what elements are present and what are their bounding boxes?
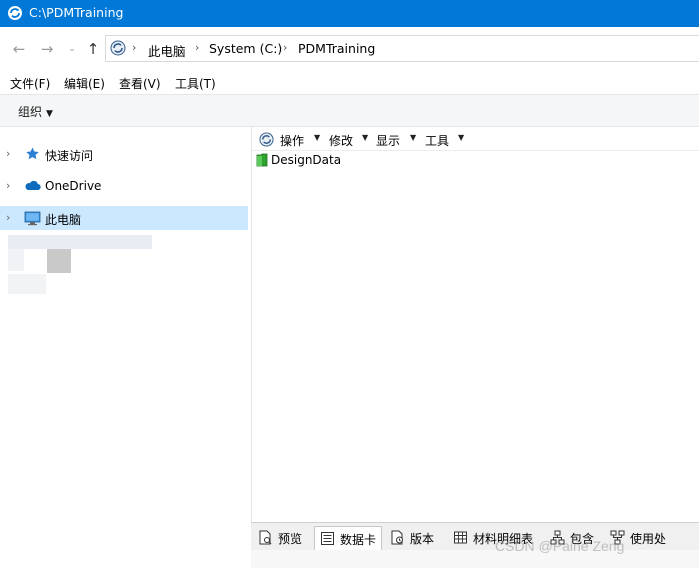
star-icon (26, 147, 39, 160)
organize-label: 组织 (18, 105, 43, 119)
up-arrow-icon[interactable]: ↑ (85, 41, 101, 57)
breadcrumb-this-pc[interactable]: 此电脑 (148, 41, 186, 60)
computer-icon (24, 211, 41, 226)
pdm-vault-icon (110, 40, 126, 56)
tab-label: 使用处 (630, 532, 667, 546)
tree-item-quick-access[interactable]: › 快速访问 (0, 142, 248, 166)
expand-chevron-icon[interactable]: › (6, 147, 10, 160)
tab-version[interactable]: 版本 (385, 526, 443, 550)
dropdown-caret-icon[interactable]: ▼ (458, 133, 464, 142)
breadcrumb-pdmtraining[interactable]: PDMTraining (298, 41, 375, 56)
dropdown-caret-icon: ▼ (46, 109, 53, 119)
blurred-region (8, 235, 152, 249)
title-bar: C:\PDMTraining (0, 0, 699, 27)
back-arrow-icon[interactable]: ← (11, 41, 27, 57)
pdm-menu-modify[interactable]: 修改 (329, 132, 353, 149)
pdm-app-icon (8, 6, 22, 20)
menu-file[interactable]: 文件(F) (10, 75, 50, 92)
dropdown-caret-icon[interactable]: ▼ (410, 133, 416, 142)
tree-label-quick-access: 快速访问 (45, 149, 94, 163)
pdm-toolbar: 操作 ▼ 修改 ▼ 显示 ▼ 工具 ▼ (252, 127, 699, 151)
pdm-content-pane: 操作 ▼ 修改 ▼ 显示 ▼ 工具 ▼ DesignData (251, 127, 699, 568)
file-name: DesignData (271, 153, 342, 167)
tab-label: 预览 (278, 532, 303, 546)
window-title: C:\PDMTraining (29, 5, 124, 20)
watermark-text: CSDN @Paine Zeng (495, 538, 625, 554)
blurred-region (8, 274, 46, 294)
breadcrumb-system-c[interactable]: System (C:) (209, 41, 282, 56)
tree-label-this-pc: 此电脑 (45, 213, 82, 227)
organize-button[interactable]: 组织 ▼ (18, 103, 53, 120)
tab-preview[interactable]: 预览 (253, 526, 313, 550)
tree-item-onedrive[interactable]: › OneDrive (0, 174, 248, 198)
forward-arrow-icon[interactable]: → (39, 41, 55, 57)
pdm-tab-bar: 预览 数据卡 版本 材料明细表 包含 使用处 (251, 522, 699, 550)
preview-icon (259, 530, 272, 545)
pdm-menu-actions[interactable]: 操作 (280, 132, 304, 149)
expand-chevron-icon[interactable]: › (6, 211, 10, 224)
tree-item-this-pc[interactable]: › 此电脑 (0, 206, 248, 230)
datacard-icon (321, 532, 334, 545)
breadcrumb-separator-icon[interactable]: › (132, 41, 136, 54)
menu-view[interactable]: 查看(V) (119, 75, 161, 92)
breadcrumb-separator-icon[interactable]: › (195, 41, 199, 54)
command-bar: 组织 ▼ (0, 94, 699, 127)
expand-chevron-icon[interactable]: › (6, 179, 10, 192)
menu-tools[interactable]: 工具(T) (175, 75, 216, 92)
blurred-region (8, 249, 24, 271)
pdm-vault-icon[interactable] (259, 132, 274, 147)
pdm-menu-tools[interactable]: 工具 (425, 132, 449, 149)
tab-label: 数据卡 (340, 533, 377, 547)
cloud-icon (25, 180, 41, 191)
tab-label: 版本 (410, 532, 435, 546)
breadcrumb-separator-icon[interactable]: › (283, 41, 287, 54)
pdm-menu-display[interactable]: 显示 (376, 132, 400, 149)
menu-bar: 文件(F) 编辑(E) 查看(V) 工具(T) (0, 70, 699, 94)
blurred-region (47, 249, 71, 273)
dropdown-caret-icon[interactable]: ▼ (314, 133, 320, 142)
navigation-pane: › 快速访问 › OneDrive › 此电脑 (0, 127, 249, 568)
tab-data-card[interactable]: 数据卡 (314, 526, 382, 550)
dropdown-caret-icon[interactable]: ▼ (362, 133, 368, 142)
address-row: ← → ⌄ ↑ › 此电脑 › System (C:) › PDMTrainin… (0, 27, 699, 70)
address-bar[interactable]: › 此电脑 › System (C:) › PDMTraining (105, 35, 699, 62)
recent-locations-chevron-icon[interactable]: ⌄ (64, 41, 80, 57)
menu-edit[interactable]: 编辑(E) (64, 75, 105, 92)
status-bar (251, 550, 699, 568)
tree-label-onedrive: OneDrive (45, 179, 102, 193)
vault-folder-icon (256, 153, 268, 167)
version-icon (391, 530, 403, 545)
bom-icon (454, 531, 467, 544)
